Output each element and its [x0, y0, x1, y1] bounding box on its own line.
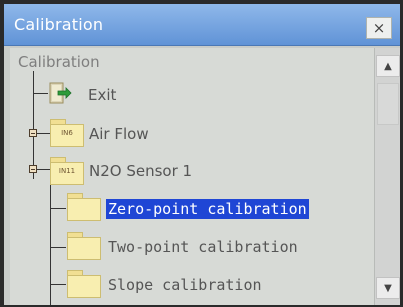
- expand-toggle[interactable]: [29, 165, 37, 173]
- folder-label: IN6: [61, 129, 73, 137]
- folder-icon: IN11: [50, 157, 84, 185]
- tree-item-air-flow[interactable]: Air Flow: [89, 125, 149, 143]
- tree-root-label: Calibration: [18, 53, 100, 71]
- vertical-scrollbar[interactable]: ▲ ▼: [374, 48, 400, 305]
- window-title: Calibration: [14, 15, 104, 34]
- tree-branch-line: [34, 93, 48, 94]
- title-bar: Calibration ×: [4, 4, 400, 46]
- chevron-down-icon: ▼: [384, 282, 392, 294]
- folder-icon: IN6: [50, 119, 84, 147]
- tree-item-n2o-sensor-1[interactable]: N2O Sensor 1: [89, 162, 192, 180]
- folder-icon: [67, 270, 101, 298]
- tree-item-zero-point-calibration[interactable]: Zero-point calibration: [106, 199, 309, 219]
- tree-item-two-point-calibration[interactable]: Two-point calibration: [108, 238, 298, 256]
- expand-toggle[interactable]: [29, 129, 37, 137]
- tree-item-slope-calibration[interactable]: Slope calibration: [108, 276, 262, 294]
- folder-icon: [67, 193, 101, 221]
- folder-icon: [67, 232, 101, 260]
- exit-icon: [49, 82, 72, 104]
- tree-branch-line: [51, 247, 66, 248]
- close-button[interactable]: ×: [366, 17, 392, 39]
- calibration-window: Calibration × Calibration Exit IN6 Air F…: [4, 4, 400, 305]
- folder-label: IN11: [58, 167, 76, 175]
- tree-branch-line: [33, 71, 34, 179]
- tree-view: Calibration Exit IN6 Air Flow IN11 N2O S…: [10, 48, 374, 305]
- chevron-up-icon: ▲: [384, 60, 392, 72]
- close-icon: ×: [372, 19, 386, 37]
- tree-branch-line: [51, 208, 66, 209]
- scroll-down-button[interactable]: ▼: [376, 277, 400, 299]
- scroll-thumb[interactable]: [377, 83, 399, 125]
- tree-item-exit[interactable]: Exit: [88, 86, 116, 104]
- tree-branch-line: [50, 180, 51, 305]
- scroll-up-button[interactable]: ▲: [376, 55, 400, 77]
- tree-branch-line: [51, 284, 66, 285]
